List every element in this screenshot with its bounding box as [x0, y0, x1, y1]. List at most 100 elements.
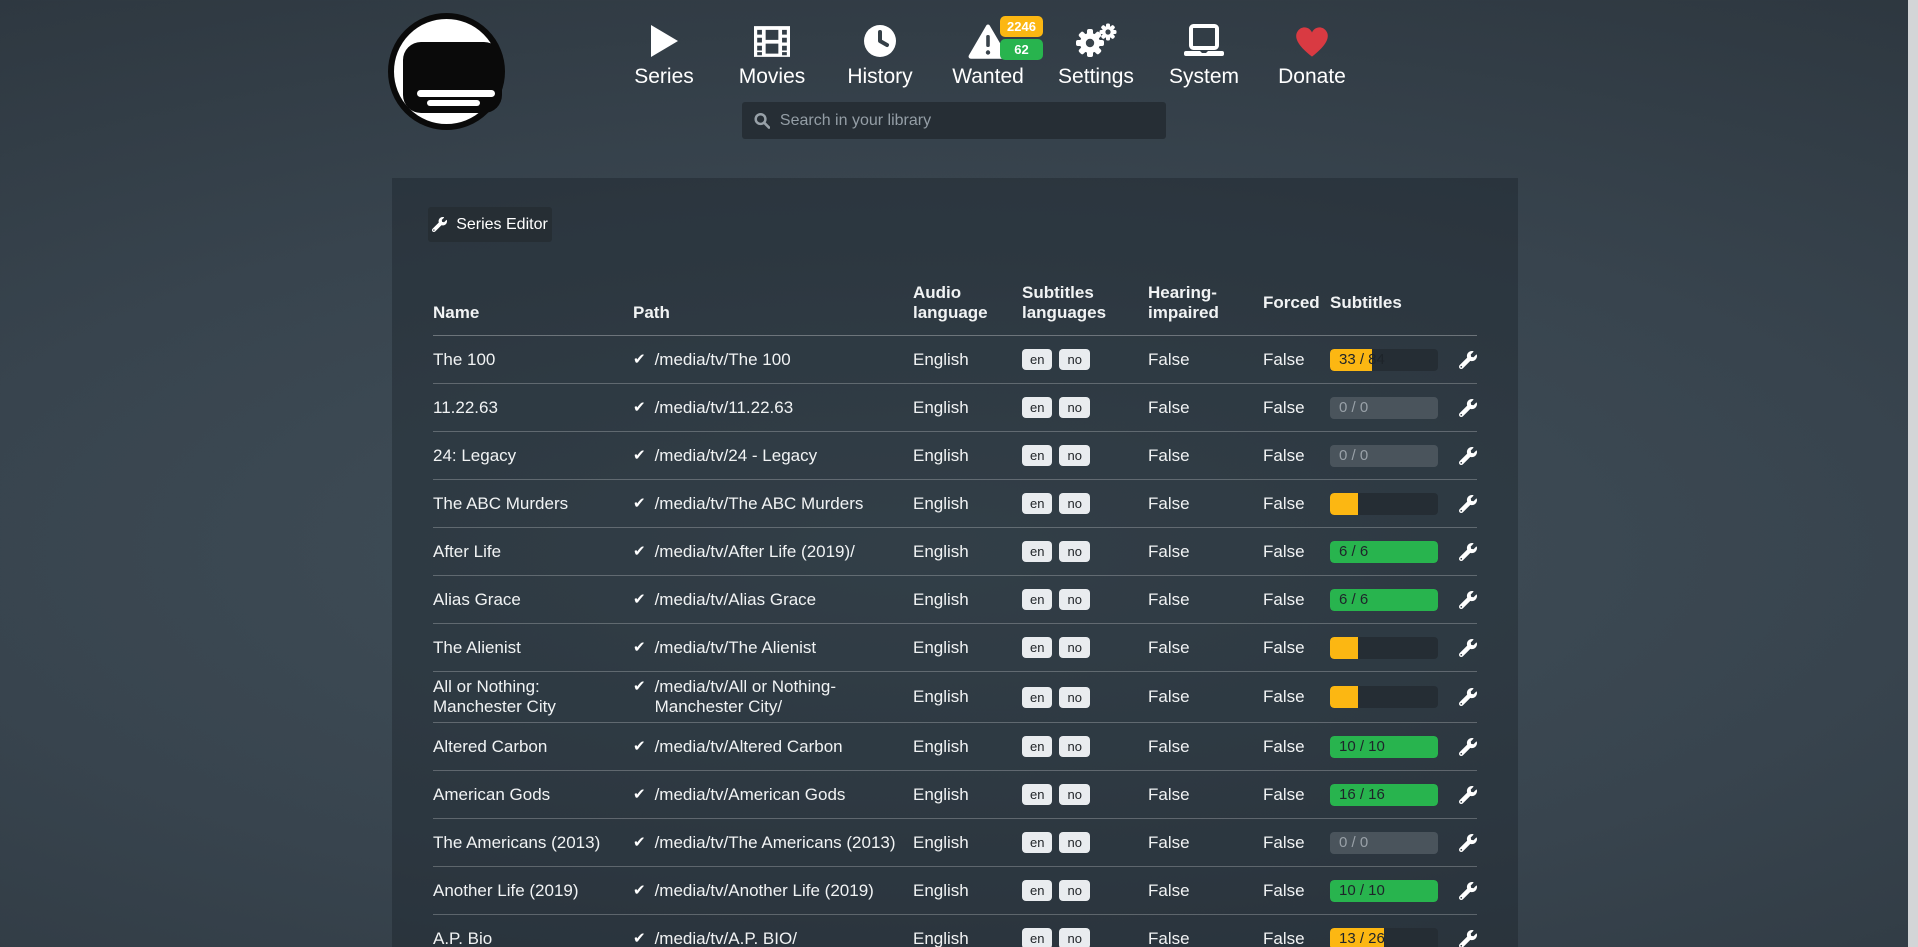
series-name-link[interactable]: The Alienist [433, 638, 633, 658]
nav-item-system[interactable]: System [1154, 20, 1254, 89]
language-badge: en [1022, 637, 1052, 658]
header-languages: Subtitles languages [1022, 283, 1148, 323]
progress-label: 10 / 10 [1339, 736, 1385, 758]
language-badge: no [1059, 445, 1089, 466]
wrench-icon [432, 217, 447, 232]
language-badge: no [1059, 349, 1089, 370]
edit-series-button[interactable] [1459, 495, 1477, 513]
table-row: A.P. Bio ✔ /media/tv/A.P. BIO/ English e… [433, 915, 1477, 947]
audio-language: English [913, 929, 1022, 947]
progress-fill [1330, 686, 1358, 708]
subtitles-progress-bar [1330, 637, 1438, 659]
edit-series-button[interactable] [1459, 351, 1477, 369]
check-icon: ✔ [633, 398, 646, 418]
hearing-impaired-value: False [1148, 542, 1263, 562]
series-name-link[interactable]: Altered Carbon [433, 737, 633, 757]
table-row: The 100 ✔ /media/tv/The 100 English enno… [433, 336, 1477, 384]
language-badge: no [1059, 493, 1089, 514]
audio-language: English [913, 881, 1022, 901]
nav-item-wanted[interactable]: Wanted 2246 62 [938, 20, 1038, 89]
series-name-link[interactable]: 24: Legacy [433, 446, 633, 466]
series-name-link[interactable]: The ABC Murders [433, 494, 633, 514]
nav-item-series[interactable]: Series [614, 20, 714, 89]
subtitle-languages: enno [1022, 349, 1148, 370]
check-icon: ✔ [633, 929, 646, 947]
audio-language: English [913, 446, 1022, 466]
bazarr-logo[interactable] [388, 13, 505, 130]
table-row: American Gods ✔ /media/tv/American Gods … [433, 771, 1477, 819]
language-badge: no [1059, 687, 1089, 708]
table-row: Another Life (2019) ✔ /media/tv/Another … [433, 867, 1477, 915]
series-path-cell: ✔ /media/tv/Altered Carbon [633, 737, 913, 757]
hearing-impaired-value: False [1148, 494, 1263, 514]
table-row: 11.22.63 ✔ /media/tv/11.22.63 English en… [433, 384, 1477, 432]
series-name-link[interactable]: 11.22.63 [433, 398, 633, 418]
edit-series-button[interactable] [1459, 543, 1477, 561]
language-badge: no [1059, 880, 1089, 901]
check-icon: ✔ [633, 638, 646, 658]
hearing-impaired-value: False [1148, 785, 1263, 805]
wrench-icon [1459, 834, 1477, 852]
nav-item-donate[interactable]: Donate [1262, 20, 1362, 89]
series-name-link[interactable]: The Americans (2013) [433, 833, 633, 853]
language-badge: no [1059, 736, 1089, 757]
header-forced: Forced [1263, 293, 1330, 313]
subtitles-progress-bar: 6 / 6 [1330, 589, 1438, 611]
subtitle-languages: enno [1022, 880, 1148, 901]
nav-label-history: History [847, 65, 912, 89]
wrench-icon [1459, 399, 1477, 417]
audio-language: English [913, 542, 1022, 562]
language-badge: no [1059, 397, 1089, 418]
wanted-count-badge: 2246 [1000, 16, 1043, 37]
table-row: Alias Grace ✔ /media/tv/Alias Grace Engl… [433, 576, 1477, 624]
series-name-link[interactable]: The 100 [433, 350, 633, 370]
language-badge: en [1022, 784, 1052, 805]
series-editor-button[interactable]: Series Editor [428, 207, 552, 242]
series-name-link[interactable]: Alias Grace [433, 590, 633, 610]
series-name-link[interactable]: Another Life (2019) [433, 881, 633, 901]
edit-series-button[interactable] [1459, 591, 1477, 609]
audio-language: English [913, 590, 1022, 610]
subtitle-languages: enno [1022, 832, 1148, 853]
edit-series-button[interactable] [1459, 688, 1477, 706]
subtitles-progress-bar: 10 / 10 [1330, 880, 1438, 902]
vertical-scrollbar[interactable] [1908, 0, 1918, 947]
edit-series-button[interactable] [1459, 882, 1477, 900]
series-name-link[interactable]: American Gods [433, 785, 633, 805]
forced-value: False [1263, 833, 1330, 853]
series-path: /media/tv/Altered Carbon [655, 737, 843, 757]
series-path: /media/tv/The ABC Murders [655, 494, 864, 514]
forced-value: False [1263, 542, 1330, 562]
edit-series-button[interactable] [1459, 786, 1477, 804]
edit-series-button[interactable] [1459, 399, 1477, 417]
search-input[interactable] [780, 112, 1154, 130]
subtitles-progress-bar: 6 / 6 [1330, 541, 1438, 563]
nav-item-movies[interactable]: Movies [722, 20, 822, 89]
series-path-cell: ✔ /media/tv/Alias Grace [633, 590, 913, 610]
series-name-link[interactable]: A.P. Bio [433, 929, 633, 947]
table-row: The Americans (2013) ✔ /media/tv/The Ame… [433, 819, 1477, 867]
audio-language: English [913, 833, 1022, 853]
series-path-cell: ✔ /media/tv/After Life (2019)/ [633, 542, 913, 562]
edit-series-button[interactable] [1459, 930, 1477, 947]
wrench-icon [1459, 882, 1477, 900]
series-path-cell: ✔ /media/tv/The Alienist [633, 638, 913, 658]
progress-label: 0 / 0 [1339, 832, 1368, 854]
language-badge: no [1059, 541, 1089, 562]
progress-fill [1330, 637, 1358, 659]
edit-series-button[interactable] [1459, 639, 1477, 657]
forced-value: False [1263, 929, 1330, 947]
nav-item-history[interactable]: History [830, 20, 930, 89]
library-search [742, 102, 1166, 139]
series-name-link[interactable]: After Life [433, 542, 633, 562]
edit-series-button[interactable] [1459, 738, 1477, 756]
subtitles-progress-bar: 0 / 0 [1330, 832, 1438, 854]
series-path: /media/tv/11.22.63 [655, 398, 794, 418]
language-badge: en [1022, 736, 1052, 757]
series-name-link[interactable]: All or Nothing: Manchester City [433, 677, 633, 717]
edit-series-button[interactable] [1459, 447, 1477, 465]
nav-item-settings[interactable]: Settings [1046, 20, 1146, 89]
series-path: /media/tv/The Alienist [655, 638, 817, 658]
edit-series-button[interactable] [1459, 834, 1477, 852]
wrench-icon [1459, 930, 1477, 947]
